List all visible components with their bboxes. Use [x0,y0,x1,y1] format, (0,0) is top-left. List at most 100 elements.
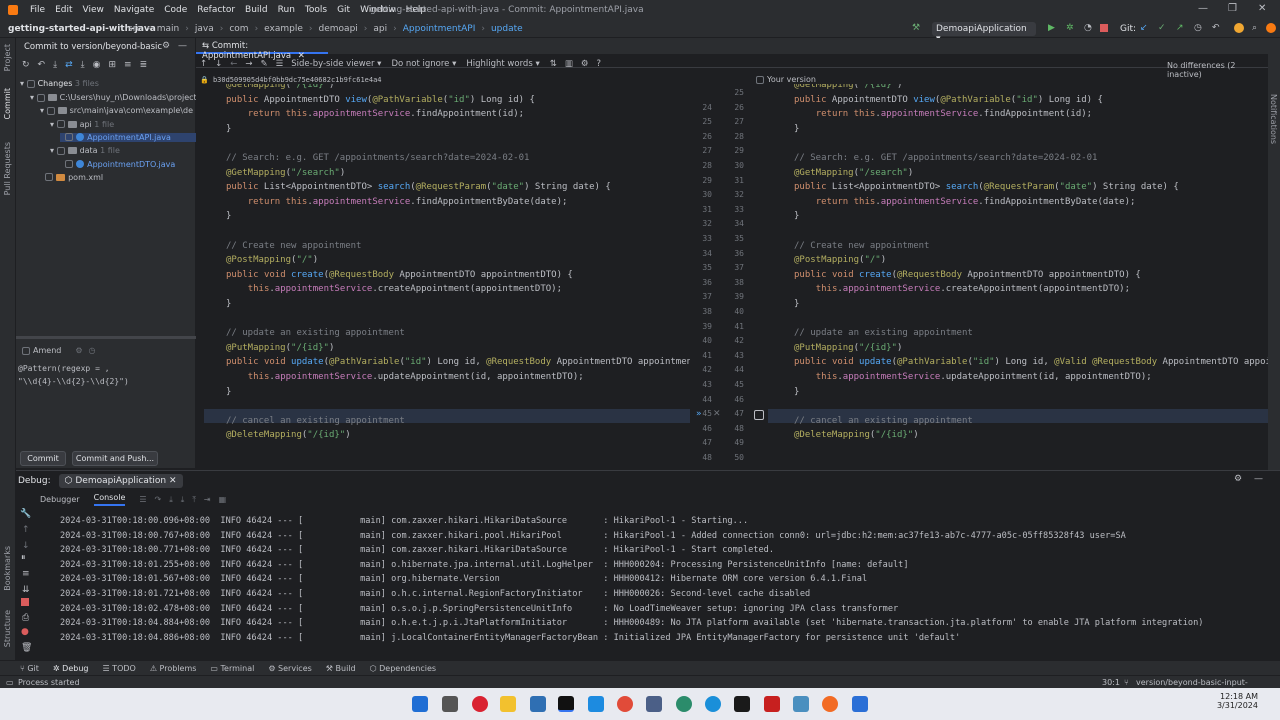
tool-window-todo[interactable]: ☰ TODO [102,664,135,673]
help-icon[interactable]: ? [597,59,602,69]
run-icon[interactable]: ▶ [1048,23,1055,33]
stop-icon[interactable] [1100,24,1108,32]
edge-icon[interactable] [705,696,721,712]
menu-item-refactor[interactable]: Refactor [197,5,235,15]
tree-checkbox[interactable] [65,160,74,168]
changes-tree-item[interactable]: ▾ api 1 file [50,120,114,129]
changes-tree-item[interactable]: pom.xml [40,173,103,182]
settings-icon[interactable]: ⚙ [1234,474,1242,484]
breadcrumb-item[interactable]: update [491,24,523,34]
git-commit-icon[interactable]: ✓ [1158,23,1166,33]
breadcrumb-item[interactable]: demoapi [319,24,358,34]
run-config-select[interactable]: DemoapiApplication ▾ [932,22,1036,44]
revert-change-icon[interactable]: ✕ [713,409,721,419]
acrobat-icon[interactable] [764,696,780,712]
intellij-icon[interactable] [558,696,574,712]
breadcrumb-item[interactable]: example [264,24,303,34]
debug-session-tab[interactable]: ⬡ DemoapiApplication ✕ [58,474,183,488]
hide-panel-icon[interactable]: — [1254,474,1263,484]
git-push-icon[interactable]: ↗ [1176,23,1184,33]
changes-node[interactable]: ▾ Changes 3 files [20,79,99,88]
panel-splitter[interactable] [16,336,196,339]
project-tool-tab[interactable]: Project [3,44,12,71]
profile-icon[interactable]: ◔ [1084,23,1092,33]
maximize-icon[interactable]: ❐ [1228,3,1237,14]
hammer-icon[interactable]: ⚒ [912,23,920,33]
menu-item-navigate[interactable]: Navigate [114,5,154,15]
ignore-select[interactable]: Do not ignore ▾ [391,59,456,69]
breadcrumb-item[interactable]: main [157,24,180,34]
tree-checkbox[interactable] [45,173,54,182]
update-project-icon[interactable]: ⤓ [81,60,85,70]
tool-window-git[interactable]: ⑂ Git [20,664,39,673]
breadcrumb-item[interactable]: java [195,24,214,34]
update-icon[interactable] [1234,23,1244,33]
task-view-icon[interactable] [442,696,458,712]
tool-window-problems[interactable]: ⚠ Problems [150,664,197,673]
git-update-icon[interactable]: ↙ [1140,23,1148,33]
menu-item-code[interactable]: Code [164,5,187,15]
debug-icon[interactable]: ✲ [1066,23,1074,33]
history-icon[interactable]: ◷ [89,346,96,355]
structure-tool-tab[interactable]: Structure [3,610,12,647]
tree-checkbox[interactable] [36,93,45,102]
chrome-icon[interactable] [617,696,633,712]
cursor-position[interactable]: 30:1 [1102,678,1120,687]
settings-icon[interactable] [1266,23,1276,33]
tool-window-dependencies[interactable]: ⬡ Dependencies [370,664,436,673]
powershell-icon[interactable] [530,696,546,712]
notepad-icon[interactable] [646,696,662,712]
collapse-icon[interactable]: ▥ [565,59,573,69]
tree-checkbox[interactable] [56,120,65,129]
include-change-checkbox[interactable] [754,410,764,420]
commit-tool-tab[interactable]: Commit [3,88,12,119]
tree-checkbox[interactable] [56,146,65,155]
eye-icon[interactable]: ◉ [93,60,101,70]
breadcrumb-item[interactable]: api [373,24,387,34]
tool-window-build[interactable]: ⚒ Build [326,664,356,673]
settings-icon[interactable]: ⚙ [75,346,82,355]
app-icon[interactable] [793,696,809,712]
tab-commit-file[interactable]: ⇆ Commit: AppointmentAPI.java ✕ [196,38,328,61]
rollback-icon[interactable]: ↶ [1212,23,1220,33]
menu-item-build[interactable]: Build [245,5,268,15]
commit-message-input[interactable]: @Pattern(regexp = , "\\d{4}-\\d{2}-\\d{2… [18,362,194,454]
console-output[interactable]: 2024-03-31T00:18:00.096+08:00 INFO 46424… [16,501,1256,651]
refresh-icon[interactable]: ↻ [22,60,30,70]
accept-change-icon[interactable]: » [696,409,702,419]
diff-icon[interactable]: ⇄ [65,60,73,70]
breadcrumb-item[interactable]: com [229,24,248,34]
left-code-pane[interactable]: @GetMapping("/{id}") public AppointmentDT… [226,84,690,468]
tree-checkbox[interactable] [65,133,74,142]
menu-item-file[interactable]: File [30,5,45,15]
edit-icon[interactable]: ✎ [261,59,268,69]
menu-item-view[interactable]: View [83,5,104,15]
changes-tree-item[interactable]: ▾ src\main\java\com\example\de [40,106,193,115]
app-icon[interactable] [676,696,692,712]
right-code-pane[interactable]: @GetMapping("/{id}") public AppointmentDT… [794,84,1268,468]
arrow-right-icon[interactable]: → [245,59,252,69]
changes-tree-item[interactable]: ▾ C:\Users\huy_n\Downloads\project [30,93,197,102]
tool-window-debug[interactable]: ✲ Debug [53,664,89,673]
minimize-icon[interactable]: — [1198,3,1208,14]
breadcrumb-item[interactable]: AppointmentAPI [403,24,476,34]
sync-scroll-icon[interactable]: ⇅ [550,59,557,69]
group-icon[interactable]: ⊞ [108,60,116,70]
download-icon[interactable]: ⤓ [53,60,57,70]
bookmarks-tool-tab[interactable]: Bookmarks [3,546,12,591]
menu-item-run[interactable]: Run [278,5,295,15]
pull-requests-tool-tab[interactable]: Pull Requests [3,142,12,195]
terminal-icon[interactable] [734,696,750,712]
menu-item-tools[interactable]: Tools [305,5,327,15]
history-icon[interactable]: ◷ [1194,23,1202,33]
changes-tree-item[interactable]: ▾ data 1 file [50,146,120,155]
arrow-down-icon[interactable]: ↓ [215,59,222,69]
viewer-select[interactable]: Side-by-side viewer ▾ [291,59,381,69]
expand-all-icon[interactable]: ≡ [124,60,132,70]
clock[interactable]: 12:18 AM 3/31/2024 [1192,692,1258,710]
tool-window-terminal[interactable]: ▭ Terminal [210,664,254,673]
opera-icon[interactable] [472,696,488,712]
tool-window-services[interactable]: ⚙ Services [268,664,311,673]
arrow-left-icon[interactable]: ← [230,59,237,69]
gear-icon[interactable]: ⚙ [162,41,170,51]
